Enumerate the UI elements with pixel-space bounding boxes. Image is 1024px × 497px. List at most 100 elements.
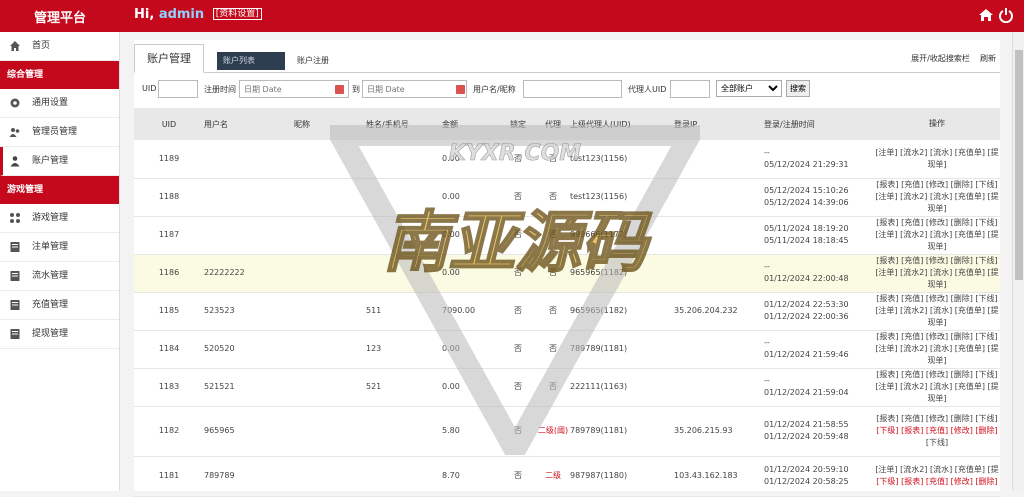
scrollbar-thumb[interactable] [1015, 50, 1023, 280]
account-type-select[interactable]: 全部账户 [716, 80, 782, 97]
cell-username: 965965 [204, 406, 294, 457]
action-links-line[interactable]: [注单] [流水2] [流水] [充值单] [提 [874, 305, 1000, 317]
agent-uid-input[interactable] [670, 80, 710, 98]
uid-input[interactable] [158, 80, 198, 98]
table-row: 1183 521521 521 0.00 否否 222111(1163) -- 01/12/2… [134, 368, 1000, 407]
search-button[interactable]: 搜索 [786, 80, 810, 97]
sidebar-item-label: 管理员管理 [32, 127, 78, 137]
action-links-line[interactable]: [下级] [报表] [充值] [修改] [删除] [874, 476, 1000, 488]
cell-username: 521521 [204, 368, 294, 407]
main-panel: 账户管理 账户列表 账户注册 展开/收起搜索栏 刷新 UID 注册时间 到 用户… [134, 40, 1000, 497]
header-nickname: 昵称 [294, 119, 310, 129]
cell-locked: 否 [500, 254, 536, 293]
sidebar-group-games[interactable]: 游戏管理 [0, 176, 119, 204]
action-links-line[interactable]: 现单] [874, 355, 1000, 367]
power-icon[interactable] [998, 7, 1014, 23]
sidebar-item-games[interactable]: 游戏管理 [0, 204, 119, 233]
login-time: 05/12/2024 15:10:26 [764, 186, 849, 195]
action-links-line[interactable]: [下级] [报表] [充值] [修改] [删除] [874, 425, 1000, 437]
cell-nickname [294, 456, 366, 497]
cell-actions[interactable]: [报表] [充值] [修改] [删除] [下线] [下级] [报表] [充值] [… [874, 406, 1000, 457]
sidebar-item-home[interactable]: 首页 [0, 32, 119, 61]
action-links-line[interactable]: 现单] [874, 159, 1000, 171]
action-links-line[interactable]: [注单] [流水2] [流水] [充值单] [提 [874, 464, 1000, 476]
cell-login-ip: 35.206.204.232 [674, 292, 764, 331]
calendar-icon[interactable] [335, 85, 344, 94]
action-links-line[interactable]: [注单] [流水2] [流水] [充值单] [提 [874, 381, 1000, 393]
action-links-line[interactable]: 现单] [874, 279, 1000, 291]
cell-login-ip [674, 216, 764, 255]
scrollbar[interactable] [1012, 32, 1024, 491]
action-links-line[interactable]: [报表] [充值] [修改] [删除] [下线] [874, 369, 1000, 381]
cell-username: 22222222 [204, 254, 294, 293]
login-time: 01/12/2024 22:53:30 [764, 300, 849, 309]
action-links-line[interactable]: 现单] [874, 393, 1000, 405]
header-balance: 金额 [442, 119, 458, 129]
action-links-line[interactable]: 现单] [874, 317, 1000, 329]
action-links-line[interactable]: [注单] [流水2] [流水] [充值单] [提 [874, 229, 1000, 241]
sidebar-item-recharge[interactable]: 充值管理 [0, 291, 119, 320]
calendar-icon[interactable] [456, 85, 465, 94]
sidebar-item-orders[interactable]: 注单管理 [0, 233, 119, 262]
action-links-line[interactable]: [注单] [流水2] [流水] [充值单] [提 [874, 147, 1000, 159]
sidebar-item-label: 充值管理 [32, 300, 69, 310]
action-links-line[interactable]: [报表] [充值] [修改] [删除] [下线] [874, 255, 1000, 267]
toggle-search-link[interactable]: 展开/收起搜索栏 [911, 54, 970, 63]
action-links-line[interactable]: [报表] [充值] [修改] [删除] [下线] [874, 331, 1000, 343]
action-links-line[interactable]: 现单] [874, 203, 1000, 215]
login-time: -- [764, 376, 770, 385]
cell-actions[interactable]: [报表] [充值] [修改] [删除] [下线] [注单] [流水2] [流水] … [874, 254, 1000, 293]
action-links-line[interactable]: [报表] [充值] [修改] [删除] [下线] [874, 293, 1000, 305]
sidebar-group-general[interactable]: 综合管理 [0, 61, 119, 89]
cell-actions[interactable]: [报表] [充值] [修改] [删除] [下线] [注单] [流水2] [流水] … [874, 216, 1000, 255]
start-date-input[interactable] [239, 80, 349, 98]
cell-time: 01/12/2024 20:59:10 01/12/2024 20:58:25 [764, 456, 874, 497]
sidebar-item-admins[interactable]: 管理员管理 [0, 118, 119, 147]
tab-account-list[interactable]: 账户列表 [217, 52, 285, 70]
greeting: Hi, admin [资料设置] [134, 7, 262, 22]
sidebar-item-general-settings[interactable]: 通用设置 [0, 89, 119, 118]
sidebar-item-accounts[interactable]: 账户管理 [0, 147, 119, 176]
login-time: -- [764, 338, 770, 347]
cell-actions[interactable]: [注单] [流水2] [流水] [充值单] [提 现单] [874, 140, 1000, 179]
user-input[interactable] [523, 80, 622, 98]
register-time: 01/12/2024 22:00:36 [764, 312, 849, 321]
cell-username: 789789 [204, 456, 294, 497]
refresh-link[interactable]: 刷新 [980, 54, 996, 63]
action-links-line[interactable]: [注单] [流水2] [流水] [充值单] [提 [874, 191, 1000, 203]
table-row: 1182 965965 5.80 否二级(阈) 789789(1181) 35.206.2… [134, 406, 1000, 457]
cell-name-phone: 511 [366, 292, 442, 331]
cell-actions[interactable]: [报表] [充值] [修改] [删除] [下线] [注单] [流水2] [流水] … [874, 292, 1000, 331]
action-links-line[interactable]: [报表] [充值] [修改] [删除] [下线] [874, 413, 1000, 425]
sidebar-item-withdraw[interactable]: 提现管理 [0, 320, 119, 349]
table-row: 1186 22222222 0.00 否否 965965(1182) -- 01/12/20… [134, 254, 1000, 293]
cell-upline: 965965(1182) [570, 292, 674, 331]
cell-upline: 999666(1172) [570, 216, 674, 255]
header-upline: 上级代理人(UID) [570, 119, 631, 129]
cell-time: 05/12/2024 15:10:26 05/12/2024 14:39:06 [764, 178, 874, 217]
cell-name-phone [366, 178, 442, 217]
cell-username: 523523 [204, 292, 294, 331]
header-locked: 锁定 [510, 119, 526, 129]
sidebar-item-flow[interactable]: 流水管理 [0, 262, 119, 291]
end-date-input[interactable] [362, 80, 467, 98]
cell-time: -- 01/12/2024 22:00:48 [764, 254, 874, 293]
action-links-line[interactable]: 现单] [874, 241, 1000, 253]
cell-actions[interactable]: [报表] [充值] [修改] [删除] [下线] [注单] [流水2] [流水] … [874, 368, 1000, 407]
accounts-table: UID 用户名 昵称 姓名/手机号 金额 锁定 代理 上级代理人(UID) 登录… [134, 108, 1000, 497]
home-icon[interactable] [978, 7, 994, 23]
action-links-line[interactable]: [报表] [充值] [修改] [删除] [下线] [874, 217, 1000, 229]
cell-uid: 1188 [134, 178, 204, 217]
header-actions: 操作 [929, 119, 945, 128]
cell-actions[interactable]: [报表] [充值] [修改] [删除] [下线] [注单] [流水2] [流水] … [874, 178, 1000, 217]
cell-locked: 否 [500, 292, 536, 331]
action-links-line[interactable]: [注单] [流水2] [流水] [充值单] [提 [874, 343, 1000, 355]
tab-account-register[interactable]: 账户注册 [297, 55, 329, 66]
action-links-line[interactable]: [下线] [874, 437, 1000, 449]
cell-actions[interactable]: [报表] [充值] [修改] [删除] [下线] [注单] [流水2] [流水] … [874, 330, 1000, 369]
cell-login-ip [674, 368, 764, 407]
profile-settings-link[interactable]: [资料设置] [212, 8, 262, 20]
cell-actions[interactable]: [注单] [流水2] [流水] [充值单] [提 [下级] [报表] [充值] [… [874, 456, 1000, 497]
action-links-line[interactable]: [注单] [流水2] [流水] [充值单] [提 [874, 267, 1000, 279]
action-links-line[interactable]: [报表] [充值] [修改] [删除] [下线] [874, 179, 1000, 191]
